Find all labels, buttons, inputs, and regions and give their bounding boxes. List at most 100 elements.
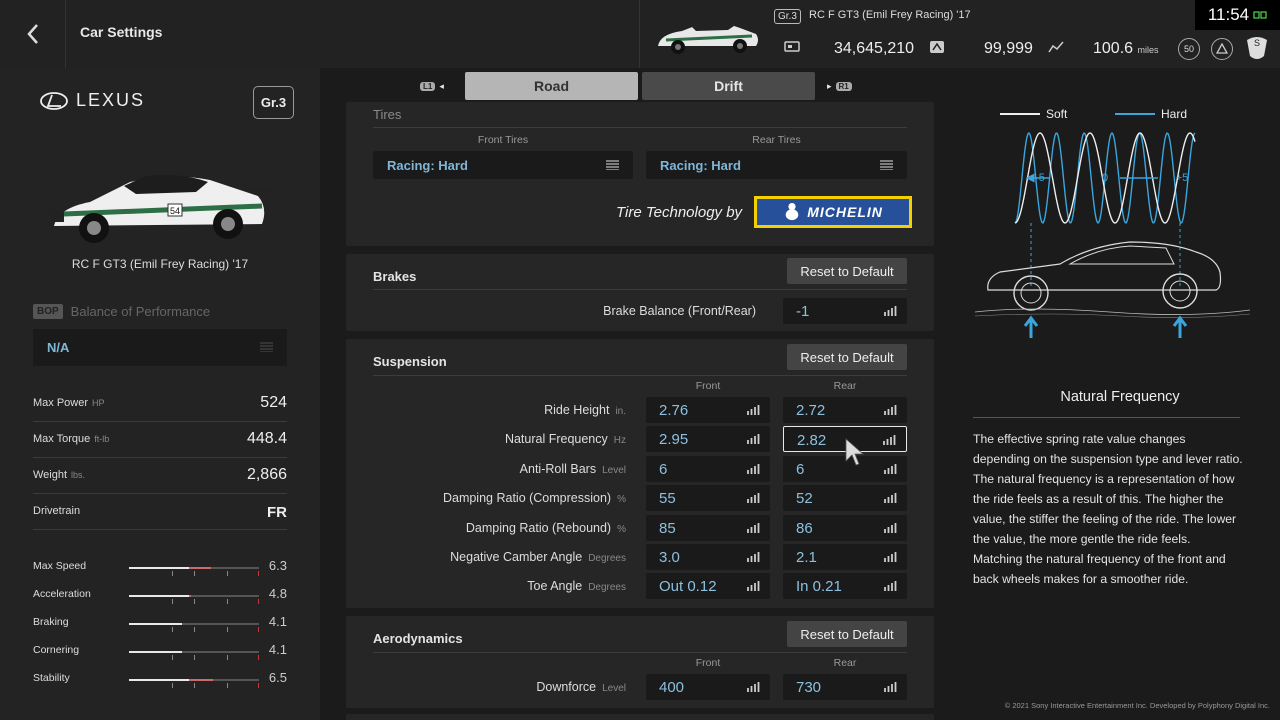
rating-tick-max [257, 683, 259, 688]
suspension-rear-field[interactable]: In 0.21 [783, 573, 907, 600]
tab-prev-hint: L1 ◂ [420, 81, 444, 92]
brakes-reset-button[interactable]: Reset to Default [787, 258, 907, 284]
rating-fill [129, 623, 183, 625]
bop-header: BOP Balance of Performance [33, 304, 210, 319]
rear-tires-header: Rear Tires [752, 134, 801, 146]
signal-bars-icon [884, 552, 897, 562]
legend-hard-label: Hard [1161, 107, 1188, 121]
spec-unit: HP [92, 398, 105, 408]
signal-bars-icon [884, 405, 897, 415]
brake-balance-value: -1 [796, 303, 810, 320]
suspension-front-field[interactable]: 6 [646, 455, 770, 482]
r1-button-icon: R1 [835, 82, 852, 91]
group-badge: Gr.3 [253, 86, 294, 119]
copyright: © 2021 Sony Interactive Entertainment In… [1004, 701, 1270, 710]
aerodynamics-section: Aerodynamics Reset to Default Front Rear… [346, 616, 934, 708]
suspension-front-field[interactable]: 2.76 [646, 397, 770, 423]
rating-bar [129, 595, 259, 604]
tab-drift[interactable]: Drift [642, 72, 815, 100]
param-name: Damping Ratio (Compression) [442, 491, 612, 506]
rating-tick [194, 627, 195, 632]
rating-tick [194, 683, 195, 688]
suspension-rear-value: 2.1 [796, 549, 817, 566]
brake-balance-field[interactable]: -1 [783, 298, 907, 324]
spec-label: Max Torque [33, 433, 91, 445]
rating-tick [226, 655, 228, 660]
suspension-row-label: Natural Frequency Hz [366, 432, 626, 446]
brake-balance-label: Brake Balance (Front/Rear) [603, 304, 756, 318]
rear-tires-select[interactable]: Racing: Hard [646, 151, 907, 179]
section-title: Suspension [373, 354, 447, 369]
suspension-front-value: 2.95 [659, 431, 689, 449]
brakes-section: Brakes Reset to Default Brake Balance (F… [346, 254, 934, 331]
suspension-front-value: 55 [659, 490, 676, 508]
suspension-section: Suspension Reset to Default Front Rear R… [346, 339, 934, 608]
suspension-rear-field[interactable]: 52 [783, 485, 907, 512]
tab-road[interactable]: Road [465, 72, 638, 100]
help-panel: Soft Hard -5 0 +5 Natural Frequency The … [960, 68, 1280, 720]
suspension-rear-field[interactable]: 2.1 [783, 544, 907, 570]
param-unit: % [617, 523, 626, 535]
tab-next-hint: ▸ R1 [827, 81, 852, 92]
suspension-front-field[interactable]: 85 [646, 514, 770, 541]
menu-icon [880, 160, 893, 170]
rating-row: Cornering 4.1 [33, 641, 287, 661]
signal-bars-icon [884, 522, 897, 533]
downforce-label: Downforce Level [366, 680, 626, 694]
rear-header: Rear [833, 380, 857, 392]
aero-reset-button[interactable]: Reset to Default [787, 621, 907, 647]
suspension-reset-button[interactable]: Reset to Default [787, 344, 907, 370]
divider [373, 289, 907, 290]
suspension-front-field[interactable]: 2.95 [646, 426, 770, 453]
rating-label: Cornering [33, 644, 80, 656]
l1-button-icon: L1 [420, 82, 436, 91]
suspension-rear-field[interactable]: 86 [783, 514, 907, 541]
rating-tick [194, 571, 195, 576]
hard-line-swatch [1115, 113, 1155, 115]
divider [373, 127, 907, 128]
bop-select[interactable]: N/A [33, 329, 287, 366]
svg-text:S: S [1254, 38, 1260, 48]
spec-row: Max Torque ft-lb 448.4 [33, 422, 287, 458]
param-name: Anti-Roll Bars [519, 461, 597, 476]
rating-label: Stability [33, 672, 70, 684]
axis-left-label: -5 [1035, 172, 1045, 184]
rating-value: 4.1 [268, 614, 287, 629]
group-badge: Gr.3 [774, 9, 801, 24]
rear-tires-value: Racing: Hard [660, 158, 741, 173]
front-tires-select[interactable]: Racing: Hard [373, 151, 633, 179]
info-title: Natural Frequency [1060, 389, 1180, 405]
param-unit: % [617, 494, 626, 506]
suspension-rear-value: In 0.21 [796, 578, 842, 596]
car-info-panel: LEXUS Gr.3 54 RC F GT3 (Emil Frey Racing… [0, 68, 320, 720]
downforce-rear-value: 730 [796, 679, 822, 696]
bop-label: Balance of Performance [70, 304, 211, 319]
bop-tag: BOP [33, 304, 63, 319]
rating-bar [129, 623, 259, 632]
back-button[interactable] [0, 0, 66, 68]
rating-value: 6.3 [268, 558, 287, 573]
sportsmanship-icon: S [1247, 37, 1267, 59]
bop-value: N/A [47, 340, 70, 355]
rating-tick-max [257, 627, 259, 632]
suspension-front-value: 6 [659, 460, 668, 478]
tire-sponsor: Tire Technology by MICHELIN [616, 196, 913, 228]
param-unit: in. [615, 406, 626, 417]
chevron-left-icon [26, 24, 38, 44]
downforce-label-text: Downforce [536, 680, 597, 694]
spec-value: FR [267, 504, 287, 521]
rating-label: Max Speed [33, 560, 87, 572]
divider [973, 417, 1240, 418]
suspension-rear-field[interactable]: 2.72 [783, 397, 907, 423]
param-unit: Degrees [588, 553, 626, 564]
front-tires-header: Front Tires [477, 134, 529, 146]
suspension-front-field[interactable]: Out 0.12 [646, 573, 770, 600]
suspension-front-field[interactable]: 55 [646, 485, 770, 512]
signal-bars-icon [747, 552, 760, 562]
spec-unit: lbs. [71, 470, 86, 480]
front-header: Front [695, 380, 721, 392]
suspension-front-field[interactable]: 3.0 [646, 544, 770, 570]
signal-bars-icon [747, 682, 760, 692]
downforce-front-field[interactable]: 400 [646, 674, 770, 700]
downforce-rear-field[interactable]: 730 [783, 674, 907, 700]
